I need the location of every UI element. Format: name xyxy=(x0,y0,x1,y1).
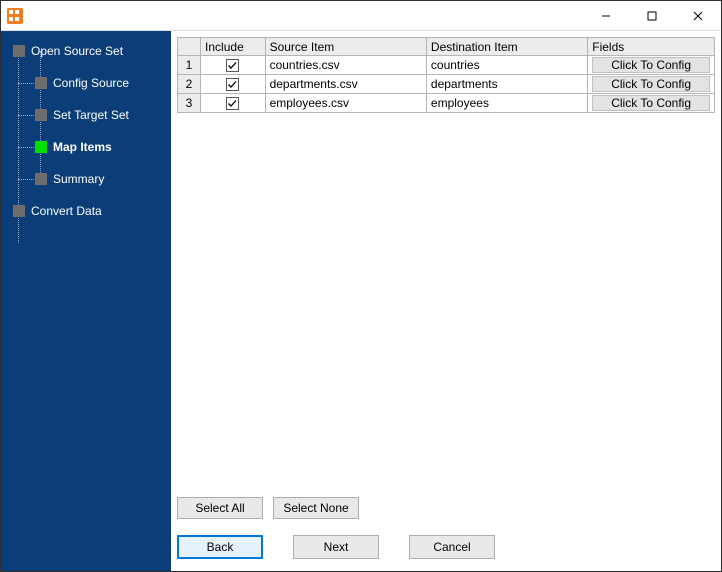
sidebar-item-convert-data[interactable]: Convert Data xyxy=(1,199,171,223)
row-number[interactable]: 1 xyxy=(178,56,201,75)
items-grid: Include Source Item Destination Item Fie… xyxy=(177,37,715,113)
col-header-source[interactable]: Source Item xyxy=(265,38,426,56)
row-number[interactable]: 3 xyxy=(178,94,201,113)
sidebar-item-open-source-set[interactable]: Open Source Set xyxy=(1,39,171,63)
back-button[interactable]: Back xyxy=(177,535,263,559)
minimize-button[interactable] xyxy=(583,1,629,30)
select-none-button[interactable]: Select None xyxy=(273,497,359,519)
sidebar-item-summary[interactable]: Summary xyxy=(1,167,171,191)
titlebar xyxy=(1,1,721,31)
sidebar-item-label: Set Target Set xyxy=(53,108,129,122)
cancel-button[interactable]: Cancel xyxy=(409,535,495,559)
sidebar-item-label: Config Source xyxy=(53,76,129,90)
fields-config-cell: Click To Config xyxy=(588,56,715,75)
click-to-config-button[interactable]: Click To Config xyxy=(592,76,710,92)
destination-item-cell[interactable]: departments xyxy=(426,75,587,94)
col-header-dest[interactable]: Destination Item xyxy=(426,38,587,56)
fields-config-cell: Click To Config xyxy=(588,75,715,94)
click-to-config-button[interactable]: Click To Config xyxy=(592,57,710,73)
sidebar-item-label: Map Items xyxy=(53,140,112,154)
col-header-include[interactable]: Include xyxy=(201,38,266,56)
sidebar-item-set-target-set[interactable]: Set Target Set xyxy=(1,103,171,127)
wizard-buttons: Back Next Cancel xyxy=(171,525,721,571)
source-item-cell[interactable]: departments.csv xyxy=(265,75,426,94)
close-button[interactable] xyxy=(675,1,721,30)
col-header-fields[interactable]: Fields xyxy=(588,38,715,56)
include-cell[interactable] xyxy=(201,94,266,113)
table-row: 2 departments.csvdepartments Click To Conf… xyxy=(178,75,715,94)
sidebar-item-config-source[interactable]: Config Source xyxy=(1,71,171,95)
include-cell[interactable] xyxy=(201,75,266,94)
sidebar-item-label: Convert Data xyxy=(31,204,102,218)
next-button[interactable]: Next xyxy=(293,535,379,559)
destination-item-cell[interactable]: countries xyxy=(426,56,587,75)
include-cell[interactable] xyxy=(201,56,266,75)
source-item-cell[interactable]: employees.csv xyxy=(265,94,426,113)
sidebar-item-label: Summary xyxy=(53,172,104,186)
destination-item-cell[interactable]: employees xyxy=(426,94,587,113)
maximize-button[interactable] xyxy=(629,1,675,30)
app-icon xyxy=(7,8,23,24)
table-row: 3 employees.csvemployees Click To Config xyxy=(178,94,715,113)
source-item-cell[interactable]: countries.csv xyxy=(265,56,426,75)
app-window: Open Source Set Config Source Set Target… xyxy=(0,0,722,572)
table-row: 1 countries.csvcountries Click To Config xyxy=(178,56,715,75)
sidebar-item-map-items[interactable]: Map Items xyxy=(1,135,171,159)
grid-corner xyxy=(178,38,201,56)
main-panel: Include Source Item Destination Item Fie… xyxy=(171,31,721,571)
row-number[interactable]: 2 xyxy=(178,75,201,94)
click-to-config-button[interactable]: Click To Config xyxy=(592,95,710,111)
select-all-button[interactable]: Select All xyxy=(177,497,263,519)
fields-config-cell: Click To Config xyxy=(588,94,715,113)
wizard-sidebar: Open Source Set Config Source Set Target… xyxy=(1,31,171,571)
selection-bar: Select All Select None xyxy=(171,491,721,525)
sidebar-item-label: Open Source Set xyxy=(31,44,123,58)
